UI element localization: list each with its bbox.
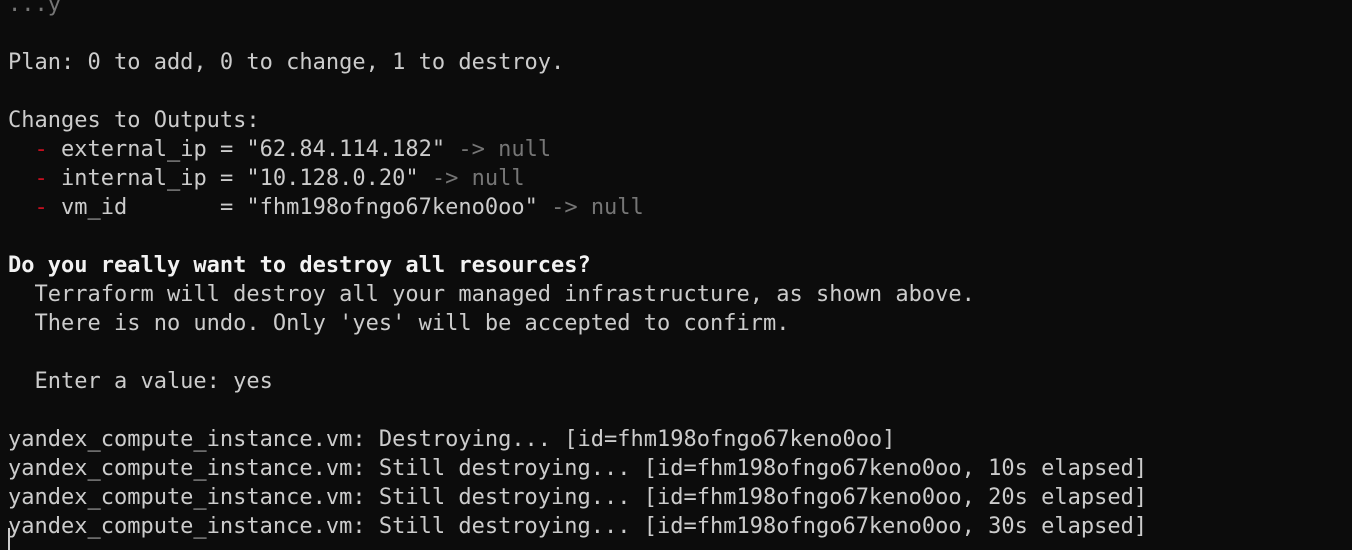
confirm-warning-2: There is no undo. Only 'yes' will be acc… [8, 309, 1352, 338]
output-key-value: internal_ip = "10.128.0.20" [61, 166, 432, 191]
plan-summary-text: Plan: 0 to add, 0 to change, 1 to destro… [8, 50, 565, 75]
value-prompt-text: Enter a value: yes [8, 369, 273, 394]
output-change-vm-id: - vm_id = "fhm198ofngo67keno0oo" -> null [8, 193, 1352, 222]
destroy-marker-icon: - [34, 137, 48, 162]
destroy-progress-text: yandex_compute_instance.vm: Destroying..… [8, 427, 896, 452]
destroy-progress-text: yandex_compute_instance.vm: Still destro… [8, 485, 1148, 510]
output-key-value: external_ip = "62.84.114.182" [61, 137, 459, 162]
destroy-marker-icon: - [34, 195, 48, 220]
destroy-progress-line: yandex_compute_instance.vm: Destroying..… [8, 425, 1352, 454]
confirm-warning-1: Terraform will destroy all your managed … [8, 280, 1352, 309]
confirm-question-text: Do you really want to destroy all resour… [8, 253, 591, 278]
output-change-internal-ip: - internal_ip = "10.128.0.20" -> null [8, 164, 1352, 193]
outputs-header-text: Changes to Outputs: [8, 108, 260, 133]
destroy-marker-icon: - [34, 166, 48, 191]
destroy-progress-line: yandex_compute_instance.vm: Still destro… [8, 454, 1352, 483]
confirm-warning-2-text: There is no undo. Only 'yes' will be acc… [8, 311, 790, 336]
confirm-warning-1-text: Terraform will destroy all your managed … [8, 282, 975, 307]
destroy-progress-line: yandex_compute_instance.vm: Still destro… [8, 512, 1352, 541]
outputs-header: Changes to Outputs: [8, 106, 1352, 135]
confirm-question: Do you really want to destroy all resour… [8, 251, 1352, 280]
output-null-arrow: -> null [458, 137, 552, 162]
output-null-arrow: -> null [551, 195, 644, 220]
partial-line-text: ...y [8, 0, 61, 17]
text-cursor [8, 528, 10, 550]
output-change-external-ip: - external_ip = "62.84.114.182" -> null [8, 135, 1352, 164]
plan-summary: Plan: 0 to add, 0 to change, 1 to destro… [8, 48, 1352, 77]
destroy-progress-text: yandex_compute_instance.vm: Still destro… [8, 514, 1148, 539]
terminal-line-partial: ...y [8, 0, 1352, 19]
terminal-output: ...y Plan: 0 to add, 0 to change, 1 to d… [8, 0, 1352, 541]
output-key-value: vm_id = "fhm198ofngo67keno0oo" [61, 195, 552, 220]
destroy-progress-text: yandex_compute_instance.vm: Still destro… [8, 456, 1148, 481]
output-null-arrow: -> null [431, 166, 525, 191]
value-prompt[interactable]: Enter a value: yes [8, 367, 1352, 396]
destroy-progress-line: yandex_compute_instance.vm: Still destro… [8, 483, 1352, 512]
